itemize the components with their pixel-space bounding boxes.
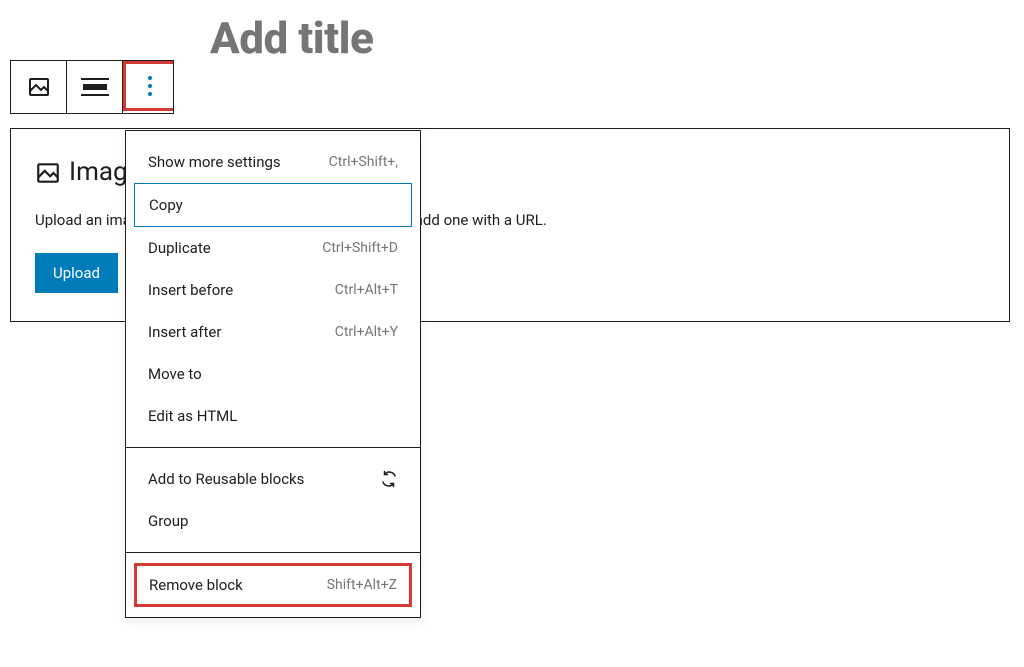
more-vertical-icon [148,76,152,96]
reusable-icon [380,470,398,488]
menu-item-shortcut: Ctrl+Shift+, [329,154,398,170]
menu-item-shortcut: Ctrl+Shift+D [322,240,398,256]
block-options-dropdown: Show more settings Ctrl+Shift+, Copy Dup… [125,130,421,618]
align-button[interactable] [67,61,123,113]
menu-item-move-to[interactable]: Move to [126,353,420,395]
menu-item-edit-as-html[interactable]: Edit as HTML [126,395,420,437]
menu-item-label: Insert after [148,323,221,341]
menu-item-label: Copy [149,196,183,214]
menu-item-insert-before[interactable]: Insert before Ctrl+Alt+T [126,269,420,311]
menu-item-group[interactable]: Group [126,500,420,542]
menu-item-duplicate[interactable]: Duplicate Ctrl+Shift+D [126,227,420,269]
block-toolbar [10,60,174,114]
menu-item-shortcut: Ctrl+Alt+Y [335,324,398,340]
more-options-button[interactable] [123,61,173,111]
align-icon [81,78,109,96]
block-type-button[interactable] [11,61,67,113]
page-title-placeholder[interactable]: Add title [210,12,373,64]
dropdown-section-remove: Remove block Shift+Alt+Z [126,553,420,617]
dropdown-section-edit: Show more settings Ctrl+Shift+, Copy Dup… [126,131,420,448]
image-icon [27,75,51,99]
menu-item-label: Edit as HTML [148,407,237,425]
menu-item-insert-after[interactable]: Insert after Ctrl+Alt+Y [126,311,420,353]
menu-item-label: Show more settings [148,153,281,171]
menu-item-label: Duplicate [148,239,211,257]
menu-item-label: Move to [148,365,202,383]
upload-button[interactable]: Upload [35,253,118,293]
menu-item-label: Add to Reusable blocks [148,470,304,488]
menu-item-show-more-settings[interactable]: Show more settings Ctrl+Shift+, [126,141,420,183]
menu-item-shortcut: Shift+Alt+Z [327,577,397,593]
menu-item-label: Remove block [149,576,243,594]
menu-item-label: Group [148,512,188,530]
menu-item-remove-block[interactable]: Remove block Shift+Alt+Z [134,563,412,607]
image-icon [35,160,59,184]
menu-item-add-to-reusable-blocks[interactable]: Add to Reusable blocks [126,458,420,500]
menu-item-copy[interactable]: Copy [134,183,412,227]
dropdown-section-reuse: Add to Reusable blocks Group [126,448,420,553]
menu-item-shortcut: Ctrl+Alt+T [335,282,398,298]
menu-item-label: Insert before [148,281,233,299]
